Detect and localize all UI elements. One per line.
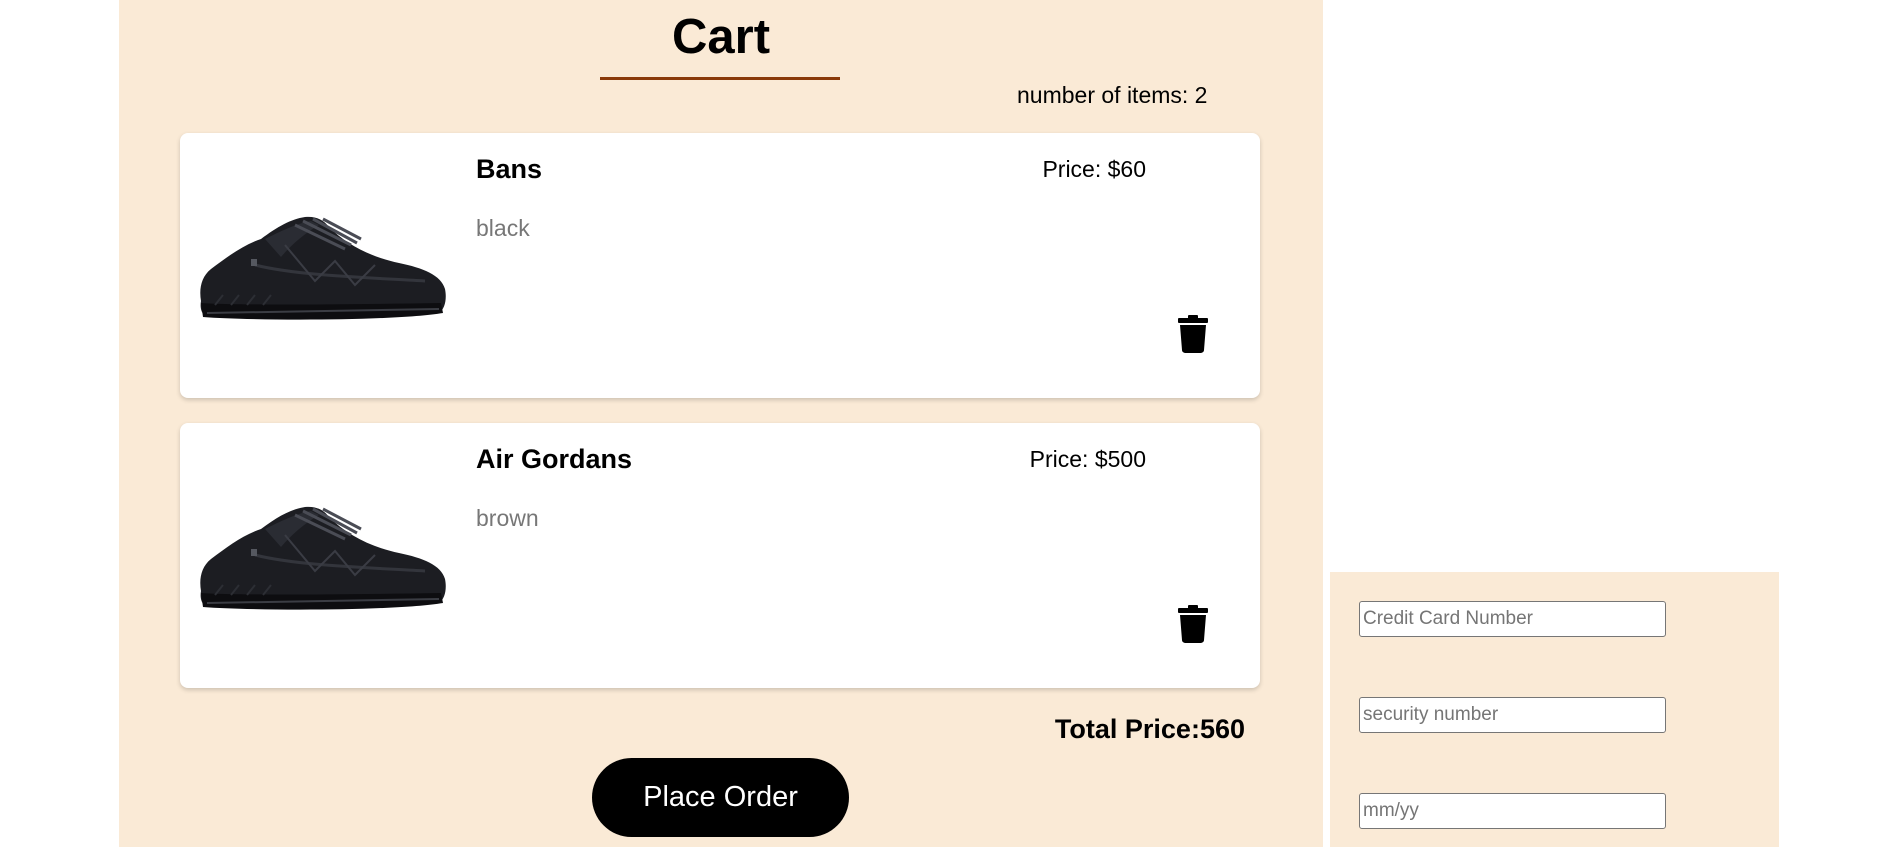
item-color: black xyxy=(476,215,530,241)
payment-panel xyxy=(1330,572,1779,847)
item-name: Air Gordans xyxy=(476,444,633,474)
cart-panel: Cart number of items: 2 Bans black Price… xyxy=(119,0,1323,847)
cart-title: Cart xyxy=(671,10,771,64)
item-count: number of items: 2 xyxy=(1017,82,1208,108)
item-price: Price: $500 xyxy=(1029,446,1146,472)
black-sneaker-image xyxy=(198,215,448,322)
total-price: Total Price:560 xyxy=(1054,714,1245,744)
expiry-input[interactable] xyxy=(1359,793,1666,829)
black-sneaker-image xyxy=(198,505,448,612)
cart-item: Bans black Price: $60 xyxy=(180,133,1260,398)
credit-card-input[interactable] xyxy=(1359,601,1666,637)
item-name: Bans xyxy=(476,154,543,184)
security-number-input[interactable] xyxy=(1359,697,1666,733)
trash-icon[interactable] xyxy=(1178,315,1208,353)
place-order-button[interactable]: Place Order xyxy=(592,758,849,837)
cart-item: Air Gordans brown Price: $500 xyxy=(180,423,1260,688)
trash-icon[interactable] xyxy=(1178,605,1208,643)
title-underline xyxy=(600,77,840,80)
item-price: Price: $60 xyxy=(1042,156,1146,182)
item-color: brown xyxy=(476,505,539,531)
